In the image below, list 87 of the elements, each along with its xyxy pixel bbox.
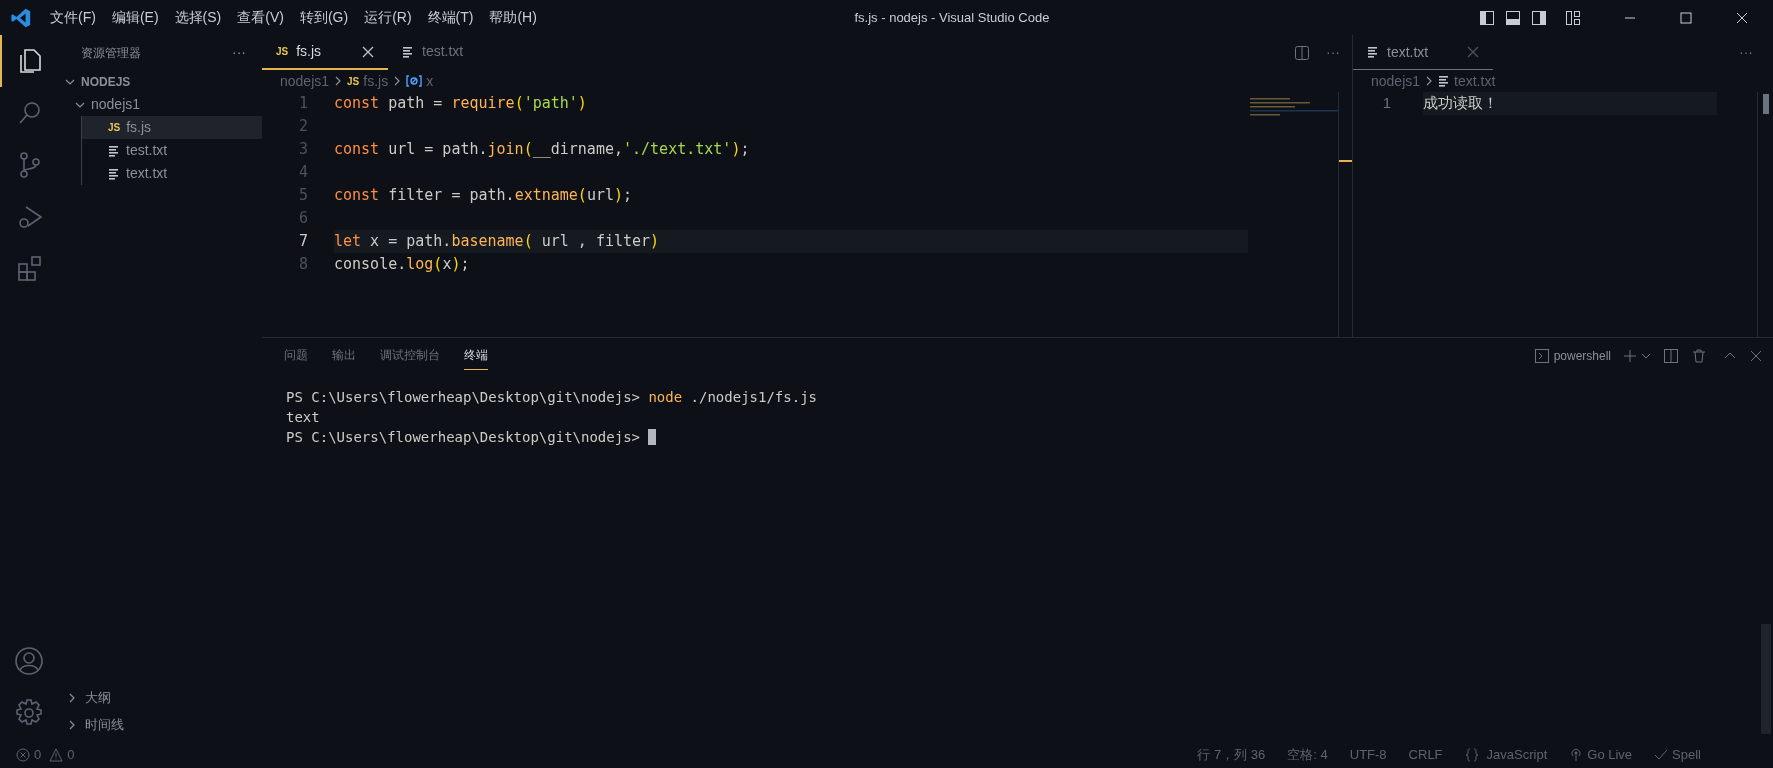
error-icon bbox=[16, 748, 30, 762]
breadcrumb-item[interactable]: text.txt bbox=[1438, 70, 1496, 92]
more-actions-button[interactable]: ··· bbox=[232, 42, 246, 63]
split-editor-icon[interactable] bbox=[1294, 44, 1310, 61]
panel-toggle-icon[interactable] bbox=[1505, 9, 1521, 26]
line-number: 6 bbox=[297, 208, 309, 230]
more-actions-button[interactable]: ··· bbox=[1739, 42, 1753, 63]
section-header[interactable]: 时间线 bbox=[57, 711, 262, 738]
spell-check-status[interactable]: Spell bbox=[1654, 745, 1701, 765]
panel-tab[interactable]: 问题 bbox=[284, 341, 308, 370]
text-file-icon bbox=[1438, 75, 1451, 87]
more-actions-button[interactable]: ··· bbox=[1326, 42, 1340, 63]
line-number: 2 bbox=[297, 116, 309, 138]
menu-item[interactable]: 终端(T) bbox=[419, 7, 482, 28]
text-file-icon bbox=[108, 144, 120, 157]
terminal-icon bbox=[1533, 347, 1550, 364]
status-item[interactable]: 空格: 4 bbox=[1287, 745, 1328, 765]
panel-tab[interactable]: 终端 bbox=[464, 341, 488, 370]
menu-item[interactable]: 编辑(E) bbox=[103, 7, 167, 28]
line-number: 1 bbox=[297, 93, 309, 115]
broadcast-icon bbox=[1569, 748, 1584, 762]
menu-item[interactable]: 文件(F) bbox=[42, 7, 104, 28]
terminal-prompt: PS C:\Users\flowerheap\Desktop\git\nodejs> bbox=[286, 427, 641, 447]
breadcrumb-item[interactable]: nodejs1 bbox=[280, 70, 330, 92]
file-item[interactable]: text.txt bbox=[81, 162, 262, 185]
scroll-marker bbox=[1339, 160, 1352, 162]
terminal-name[interactable]: powershell bbox=[1553, 346, 1611, 365]
code-line: const filter = path.extname(url); bbox=[334, 185, 634, 207]
layout-icon[interactable] bbox=[1565, 9, 1581, 26]
code-line: const url = path.join(__dirname,'./text.txt'); bbox=[334, 139, 751, 161]
app-logo-icon bbox=[10, 6, 32, 29]
window-title: fs.js - nodejs - Visual Studio Code bbox=[854, 8, 1051, 27]
symbol-icon bbox=[406, 75, 423, 87]
sidebar-toggle-icon[interactable] bbox=[1479, 9, 1495, 26]
js-file-icon: JS bbox=[108, 120, 121, 135]
folder-item[interactable]: nodejs1 bbox=[57, 93, 262, 116]
file-item[interactable]: JS fs.js bbox=[81, 116, 262, 139]
text-file-icon bbox=[402, 45, 414, 58]
split-terminal-icon[interactable] bbox=[1663, 347, 1679, 364]
js-file-icon: JS bbox=[347, 73, 360, 89]
language-status[interactable]: JavaScript bbox=[1464, 745, 1548, 765]
checkmark-icon bbox=[1654, 748, 1669, 762]
status-item[interactable]: UTF-8 bbox=[1349, 745, 1387, 765]
account-icon[interactable] bbox=[13, 646, 44, 676]
menu-item[interactable]: 转到(G) bbox=[291, 7, 357, 28]
editor-tab[interactable]: JS fs.js bbox=[262, 35, 388, 70]
text-file-icon bbox=[1367, 46, 1379, 58]
line-number: 5 bbox=[297, 185, 309, 207]
line-number: 1 bbox=[1381, 93, 1392, 114]
panel-tab[interactable]: 调试控制台 bbox=[380, 341, 440, 370]
line-number: 7 bbox=[297, 231, 309, 253]
js-file-icon: JS bbox=[276, 44, 289, 59]
menu-item[interactable]: 运行(R) bbox=[356, 7, 420, 28]
line-number: 8 bbox=[297, 254, 309, 276]
terminal-prompt: PS C:\Users\flowerheap\Desktop\git\nodejs> bbox=[286, 387, 641, 407]
terminal-output: text bbox=[286, 407, 320, 427]
braces-icon bbox=[1464, 748, 1479, 762]
file-item[interactable]: test.txt bbox=[81, 139, 262, 162]
secondary-sidebar-icon[interactable] bbox=[1531, 9, 1547, 26]
menu-item[interactable]: 查看(V) bbox=[229, 7, 292, 28]
scrollbar-thumb[interactable] bbox=[1763, 94, 1769, 114]
close-icon[interactable] bbox=[362, 45, 374, 58]
panel-tab[interactable]: 输出 bbox=[332, 341, 356, 370]
breadcrumb-item[interactable]: nodejs1 bbox=[1371, 70, 1421, 92]
go-live-button[interactable]: Go Live bbox=[1569, 745, 1633, 765]
terminal-arguments: ./nodejs1/fs.js bbox=[689, 387, 817, 407]
editor-tab[interactable]: text.txt bbox=[1353, 35, 1493, 70]
breadcrumb-item[interactable]: x bbox=[406, 70, 434, 92]
line-number: 3 bbox=[297, 139, 309, 161]
terminal-command: node bbox=[648, 387, 683, 407]
warning-icon bbox=[49, 748, 64, 762]
text-file-icon bbox=[108, 167, 120, 180]
code-line: console.log(x); bbox=[334, 254, 471, 276]
settings-icon[interactable] bbox=[13, 698, 44, 728]
sidebar-title: 资源管理器 bbox=[81, 44, 141, 62]
status-item[interactable]: 行 7，列 36 bbox=[1197, 745, 1266, 765]
menu-item[interactable]: 选择(S) bbox=[166, 7, 230, 28]
menu-item[interactable]: 帮助(H) bbox=[481, 7, 545, 28]
breadcrumb-item[interactable]: JS fs.js bbox=[347, 70, 389, 92]
folder-header[interactable]: NODEJS bbox=[57, 70, 262, 93]
code-line: const path = require('path') bbox=[334, 93, 588, 115]
editor-tab[interactable]: test.txt bbox=[388, 35, 514, 70]
problems-status[interactable]: 0 0 bbox=[16, 745, 75, 765]
section-header[interactable]: 大纲 bbox=[57, 684, 262, 711]
trash-icon[interactable] bbox=[1691, 347, 1707, 364]
line-number: 4 bbox=[297, 162, 309, 184]
status-item[interactable]: CRLF bbox=[1408, 745, 1443, 765]
